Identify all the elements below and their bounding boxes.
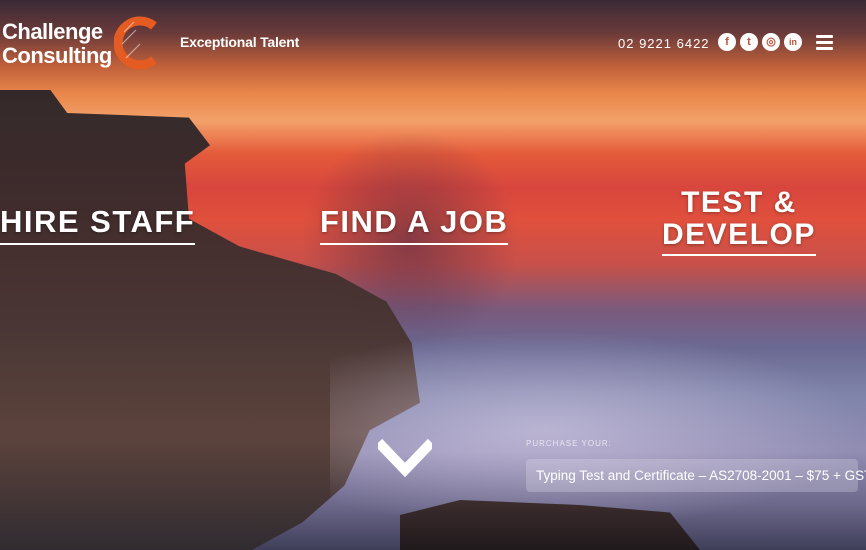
purchase-select[interactable]: Typing Test and Certificate – AS2708-200… <box>526 459 866 492</box>
chevron-down-icon[interactable] <box>378 438 432 480</box>
test-develop-line-2: DEVELOP <box>662 218 816 251</box>
twitter-icon[interactable]: t <box>740 33 758 51</box>
tagline: Exceptional Talent <box>180 34 300 50</box>
test-develop-line-1: TEST & <box>681 186 797 219</box>
test-develop-link[interactable]: TEST & DEVELOP <box>662 187 816 256</box>
find-a-job-underline <box>320 243 509 245</box>
facebook-icon[interactable]: f <box>718 33 736 51</box>
hire-staff-underline <box>0 243 196 245</box>
find-a-job-label: FIND A JOB <box>320 204 509 239</box>
phone-number[interactable]: 02 9221 6422 <box>618 36 710 51</box>
logo-line-2: Consulting <box>2 43 112 68</box>
logo-c-icon <box>114 16 157 70</box>
sea-mist <box>330 330 866 530</box>
linkedin-icon[interactable]: in <box>784 33 802 51</box>
hire-staff-link[interactable]: HIRE STAFF <box>0 204 196 245</box>
hamburger-menu-icon[interactable] <box>816 35 833 51</box>
logo-line-1: Challenge <box>2 19 103 44</box>
test-develop-underline <box>662 254 816 256</box>
purchase-label: PURCHASE YOUR: <box>526 439 612 448</box>
logo-text: Challenge Consulting <box>2 20 112 68</box>
find-a-job-link[interactable]: FIND A JOB <box>320 204 509 245</box>
logo[interactable]: Challenge Consulting <box>2 14 162 74</box>
hire-staff-label: HIRE STAFF <box>0 204 196 239</box>
instagram-icon[interactable]: ◎ <box>762 33 780 51</box>
